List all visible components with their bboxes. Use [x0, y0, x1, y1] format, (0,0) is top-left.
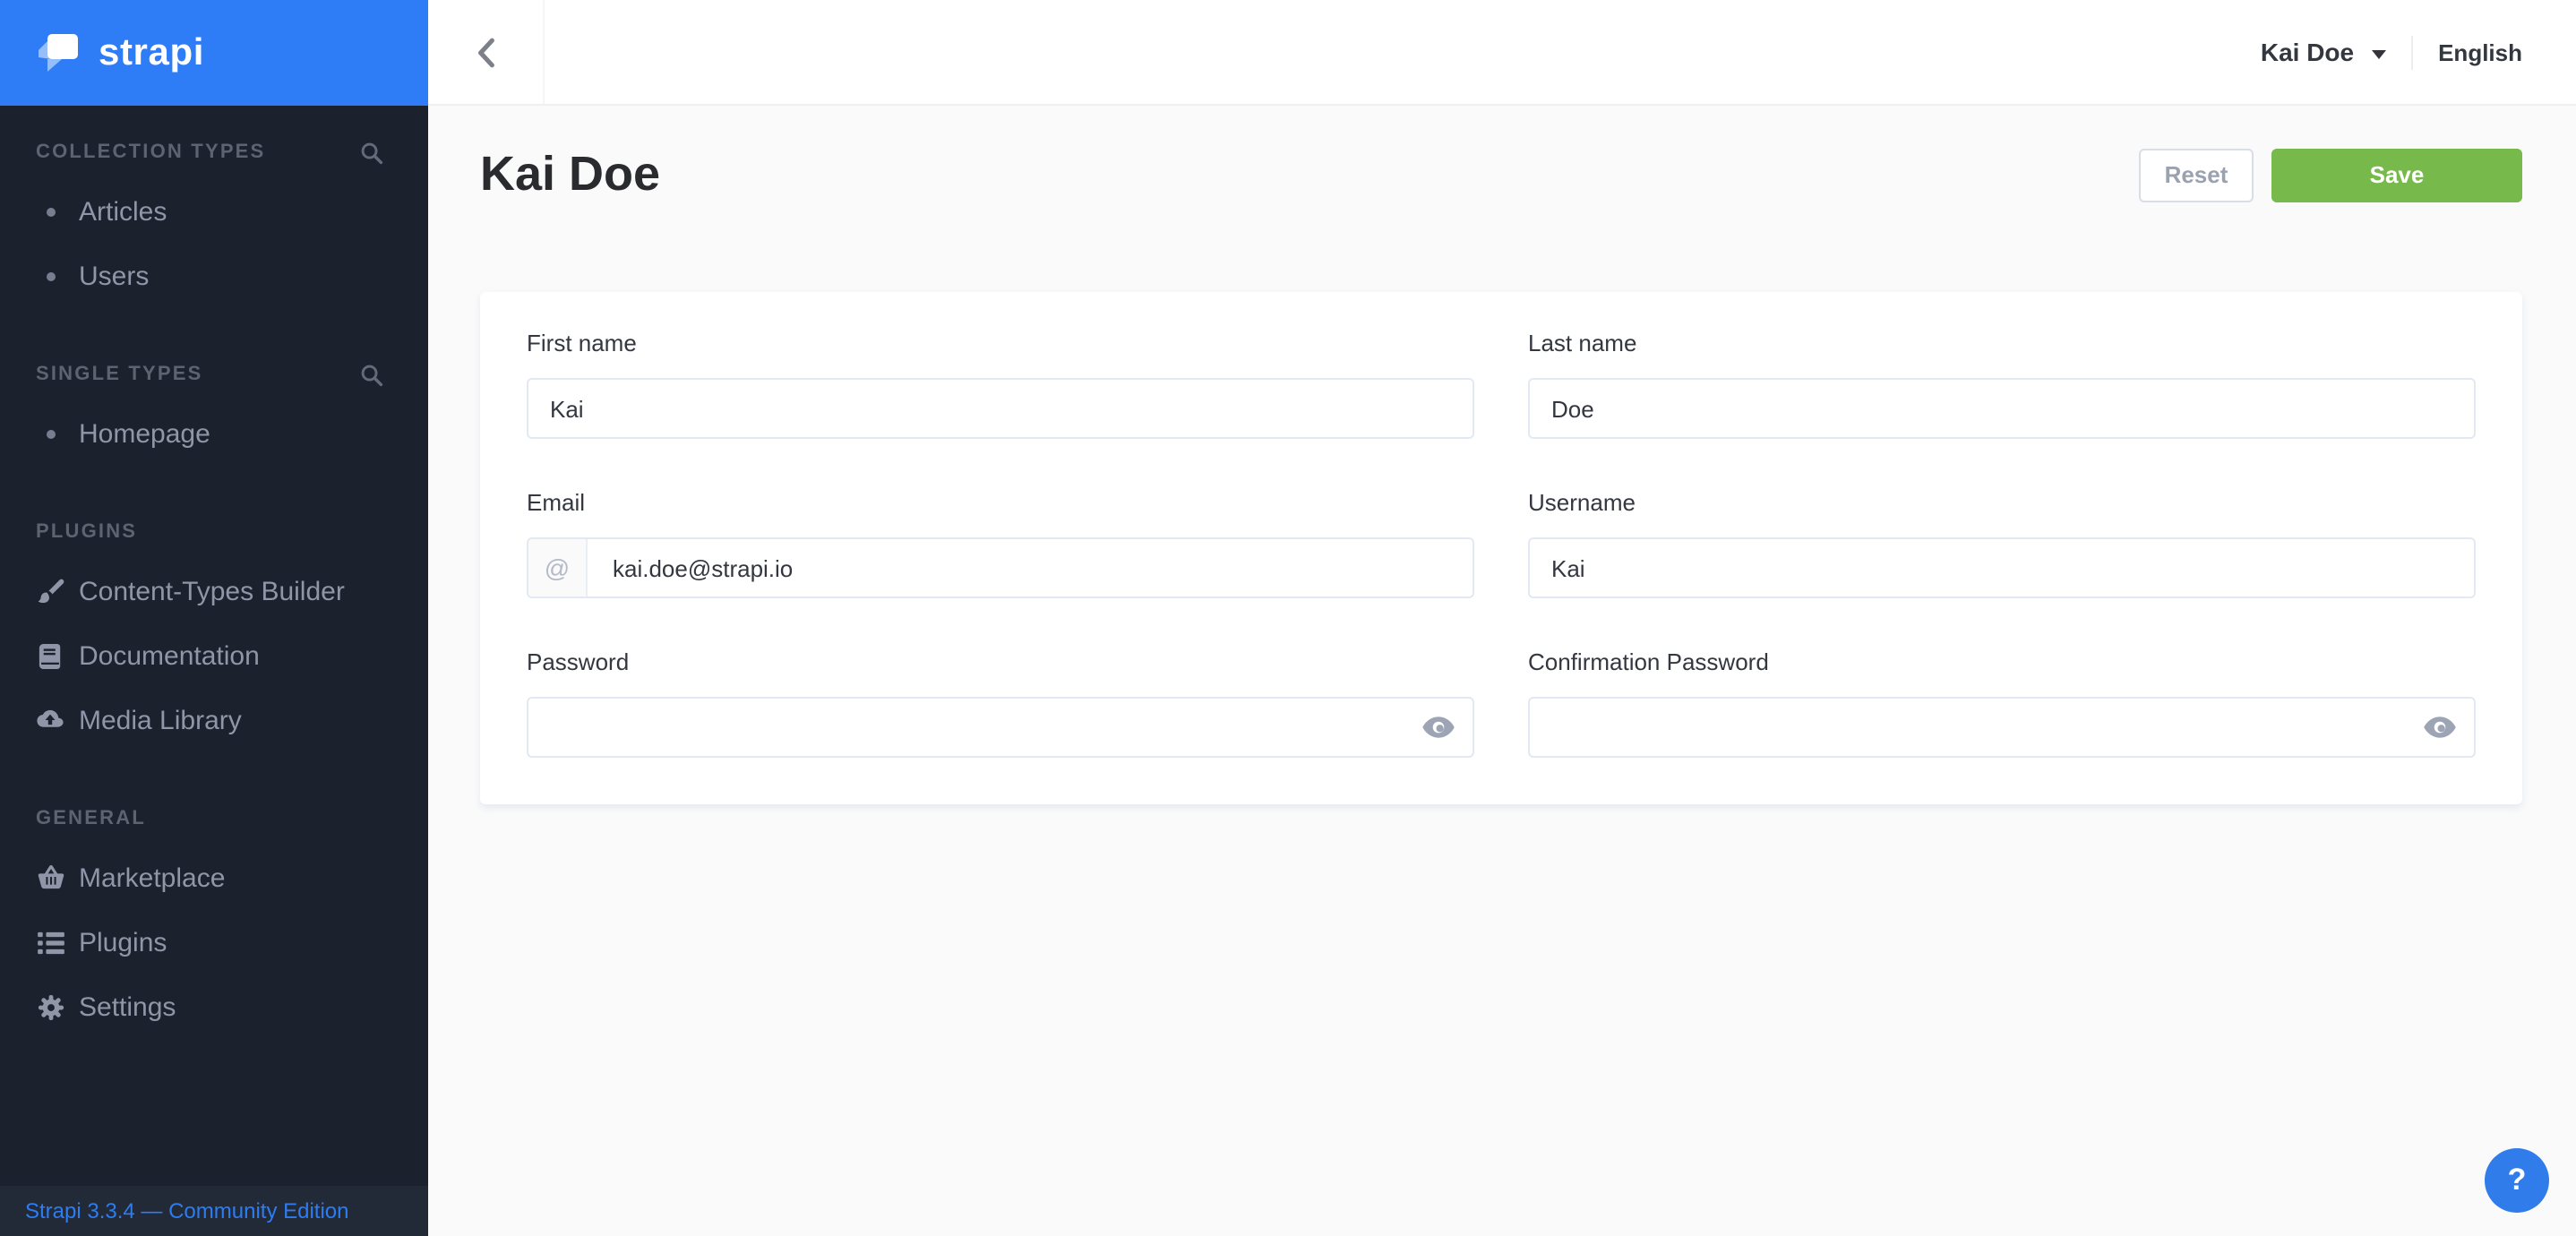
- first-name-input[interactable]: [528, 380, 1473, 437]
- bullet-icon: [36, 271, 64, 280]
- search-icon[interactable]: [360, 141, 383, 164]
- toggle-password-visibility-button[interactable]: [2424, 717, 2456, 738]
- at-icon: @: [528, 539, 588, 597]
- content: Kai Doe Reset Save First name Last nam: [428, 106, 2576, 1236]
- gear-icon: [36, 993, 64, 1020]
- form-grid: First name Last name Email: [527, 330, 2476, 758]
- book-icon: [36, 642, 64, 669]
- topbar-right: Kai Doe English: [2261, 35, 2576, 69]
- question-mark: ?: [2508, 1163, 2527, 1198]
- sidebar-nav: COLLECTION TYPES Articles Users: [0, 106, 428, 1039]
- section-title: COLLECTION TYPES: [36, 142, 265, 163]
- edit-form-card: First name Last name Email: [480, 292, 2522, 804]
- list-icon: [36, 931, 64, 954]
- sidebar-item-users[interactable]: Users: [0, 244, 428, 308]
- email-field: Email @: [527, 489, 1474, 598]
- divider: [2411, 35, 2413, 69]
- email-input[interactable]: [588, 539, 1473, 597]
- email-label: Email: [527, 489, 1474, 516]
- confirmation-password-input[interactable]: [1530, 699, 2474, 756]
- page-title: Kai Doe: [480, 147, 660, 202]
- logo[interactable]: strapi: [0, 0, 428, 106]
- user-name: Kai Doe: [2261, 38, 2354, 66]
- chevron-left-icon: [476, 37, 495, 67]
- basket-icon: [36, 865, 64, 890]
- sidebar-item-documentation[interactable]: Documentation: [0, 623, 428, 688]
- cloud-upload-icon: [36, 709, 64, 731]
- version-link[interactable]: Strapi 3.3.4 — Community Edition: [0, 1186, 428, 1236]
- chevron-down-icon: [2372, 49, 2386, 58]
- sidebar-item-content-types-builder[interactable]: Content-Types Builder: [0, 559, 428, 623]
- bullet-icon: [36, 207, 64, 216]
- username-field: Username: [1528, 489, 2476, 598]
- section-plugins: PLUGINS Content-Types Builder: [0, 519, 428, 752]
- toggle-password-visibility-button[interactable]: [1422, 717, 1455, 738]
- section-single-types: SINGLE TYPES Homepage: [0, 362, 428, 466]
- top-bar: Kai Doe English: [428, 0, 2576, 106]
- username-label: Username: [1528, 489, 2476, 516]
- header-actions: Reset Save: [2139, 148, 2522, 202]
- username-input[interactable]: [1530, 539, 2474, 597]
- main-area: Kai Doe English Kai Doe Reset Save First…: [428, 0, 2576, 1236]
- content-header: Kai Doe Reset Save: [480, 147, 2576, 202]
- logo-text: strapi: [99, 31, 204, 74]
- sidebar-item-articles[interactable]: Articles: [0, 179, 428, 244]
- section-title: SINGLE TYPES: [36, 364, 203, 385]
- section-collection-types: COLLECTION TYPES Articles Users: [0, 140, 428, 308]
- last-name-input[interactable]: [1530, 380, 2474, 437]
- eye-icon: [1422, 717, 1455, 738]
- brush-icon: [36, 578, 64, 605]
- password-label: Password: [527, 648, 1474, 675]
- save-button[interactable]: Save: [2271, 148, 2522, 202]
- eye-icon: [2424, 717, 2456, 738]
- user-menu[interactable]: Kai Doe: [2261, 38, 2386, 66]
- help-button[interactable]: ?: [2485, 1148, 2549, 1213]
- last-name-label: Last name: [1528, 330, 2476, 356]
- last-name-field: Last name: [1528, 330, 2476, 439]
- password-input[interactable]: [528, 699, 1473, 756]
- password-field: Password: [527, 648, 1474, 758]
- strapi-logo-icon: [34, 31, 82, 74]
- sidebar-item-media-library[interactable]: Media Library: [0, 688, 428, 752]
- reset-button[interactable]: Reset: [2139, 148, 2254, 202]
- search-icon[interactable]: [360, 363, 383, 386]
- sidebar-item-settings[interactable]: Settings: [0, 974, 428, 1039]
- section-general: GENERAL Marketplace: [0, 806, 428, 1039]
- strapi-admin-app: strapi COLLECTION TYPES Articles: [0, 0, 2576, 1236]
- language-selector[interactable]: English: [2438, 39, 2522, 65]
- first-name-label: First name: [527, 330, 1474, 356]
- section-title: PLUGINS: [36, 521, 137, 543]
- sidebar-item-plugins[interactable]: Plugins: [0, 910, 428, 974]
- confirmation-password-field: Confirmation Password: [1528, 648, 2476, 758]
- bullet-icon: [36, 429, 64, 438]
- first-name-field: First name: [527, 330, 1474, 439]
- sidebar-item-marketplace[interactable]: Marketplace: [0, 845, 428, 910]
- confirmation-password-label: Confirmation Password: [1528, 648, 2476, 675]
- back-button[interactable]: [428, 0, 545, 104]
- section-title: GENERAL: [36, 808, 146, 829]
- sidebar-item-homepage[interactable]: Homepage: [0, 401, 428, 466]
- sidebar: strapi COLLECTION TYPES Articles: [0, 0, 428, 1236]
